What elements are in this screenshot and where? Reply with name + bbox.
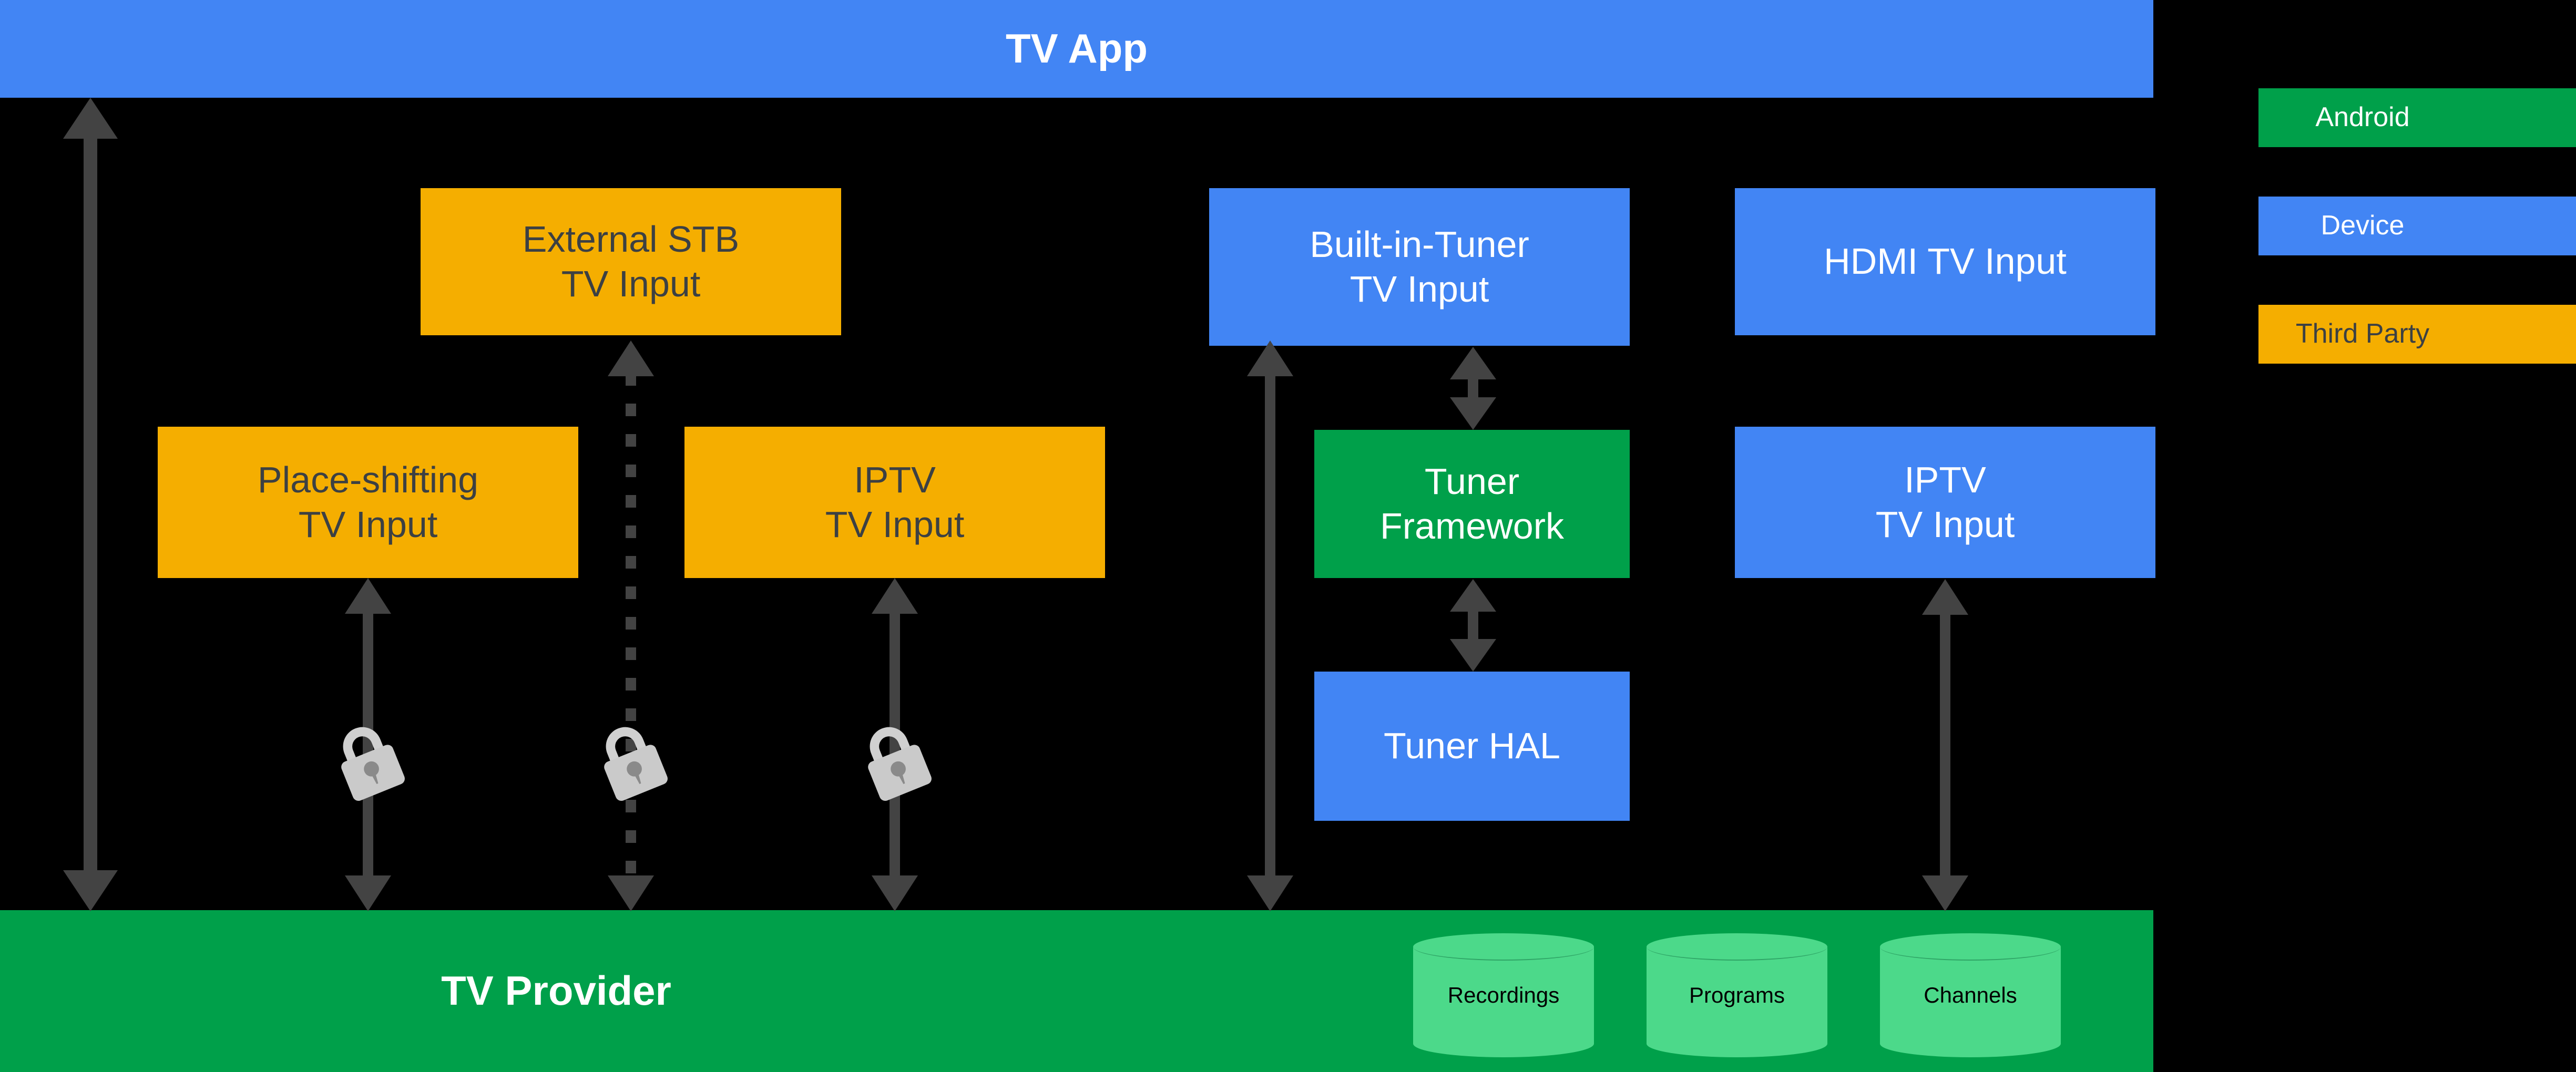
connector-built-in-tuner-to-tuner-framework — [1450, 347, 1496, 430]
legend-item-android[interactable]: Android — [2258, 88, 2576, 147]
connector-built-in-tuner-to-tv-provider — [1247, 341, 1293, 911]
lock-icon — [314, 708, 422, 812]
node-place-shifting-tv-input[interactable]: Place-shifting TV Input — [158, 427, 578, 578]
node-built-in-tuner-tv-input[interactable]: Built-in-Tuner TV Input — [1209, 188, 1630, 346]
node-label: IPTV TV Input — [825, 459, 965, 545]
legend-label: Third Party — [2295, 318, 2430, 349]
cylinder-top — [1647, 933, 1827, 961]
legend-label: Device — [2321, 210, 2405, 241]
lock-icon — [841, 708, 949, 812]
database-label: Recordings — [1447, 983, 1560, 1007]
connector-iptv-right-to-tv-provider — [1922, 579, 1968, 911]
node-tuner-framework[interactable]: Tuner Framework — [1314, 430, 1630, 578]
node-external-stb-tv-input[interactable]: External STB TV Input — [421, 188, 841, 335]
database-label: Programs — [1689, 983, 1785, 1007]
connector-external-stb-to-tv-provider — [608, 341, 654, 911]
diagram-canvas: TV App TV Provider Recordings Programs C… — [0, 0, 2576, 1072]
cylinder-top — [1413, 933, 1594, 961]
tv-app-label: TV App — [1005, 25, 1148, 72]
lock-icon — [577, 708, 685, 812]
node-iptv-tv-input-left[interactable]: IPTV TV Input — [684, 427, 1105, 578]
node-label: Place-shifting TV Input — [257, 459, 479, 545]
node-label: Tuner Framework — [1379, 460, 1565, 547]
node-hdmi-tv-input[interactable]: HDMI TV Input — [1735, 188, 2155, 335]
tv-app-bar[interactable]: TV App — [0, 0, 2153, 98]
database-label: Channels — [1924, 983, 2017, 1007]
database-recordings[interactable]: Recordings — [1413, 933, 1594, 1057]
legend-label: Android — [2315, 102, 2410, 133]
node-label: External STB TV Input — [522, 218, 740, 304]
tv-provider-bar[interactable] — [0, 910, 2153, 1072]
node-tuner-hal[interactable]: Tuner HAL — [1314, 672, 1630, 821]
database-programs[interactable]: Programs — [1647, 933, 1827, 1057]
node-label: HDMI TV Input — [1824, 241, 2067, 282]
cylinder-top — [1880, 933, 2061, 961]
connector-tuner-framework-to-tuner-hal — [1450, 579, 1496, 672]
node-iptv-tv-input-right[interactable]: IPTV TV Input — [1735, 427, 2155, 578]
node-label: Built-in-Tuner TV Input — [1310, 223, 1529, 310]
connector-tv-app-to-tv-provider — [63, 98, 118, 911]
database-channels[interactable]: Channels — [1880, 933, 2061, 1057]
node-label: Tuner HAL — [1384, 725, 1560, 767]
legend-item-device[interactable]: Device — [2258, 197, 2576, 255]
node-label: IPTV TV Input — [1875, 459, 2015, 545]
legend-item-third-party[interactable]: Third Party — [2258, 305, 2576, 364]
